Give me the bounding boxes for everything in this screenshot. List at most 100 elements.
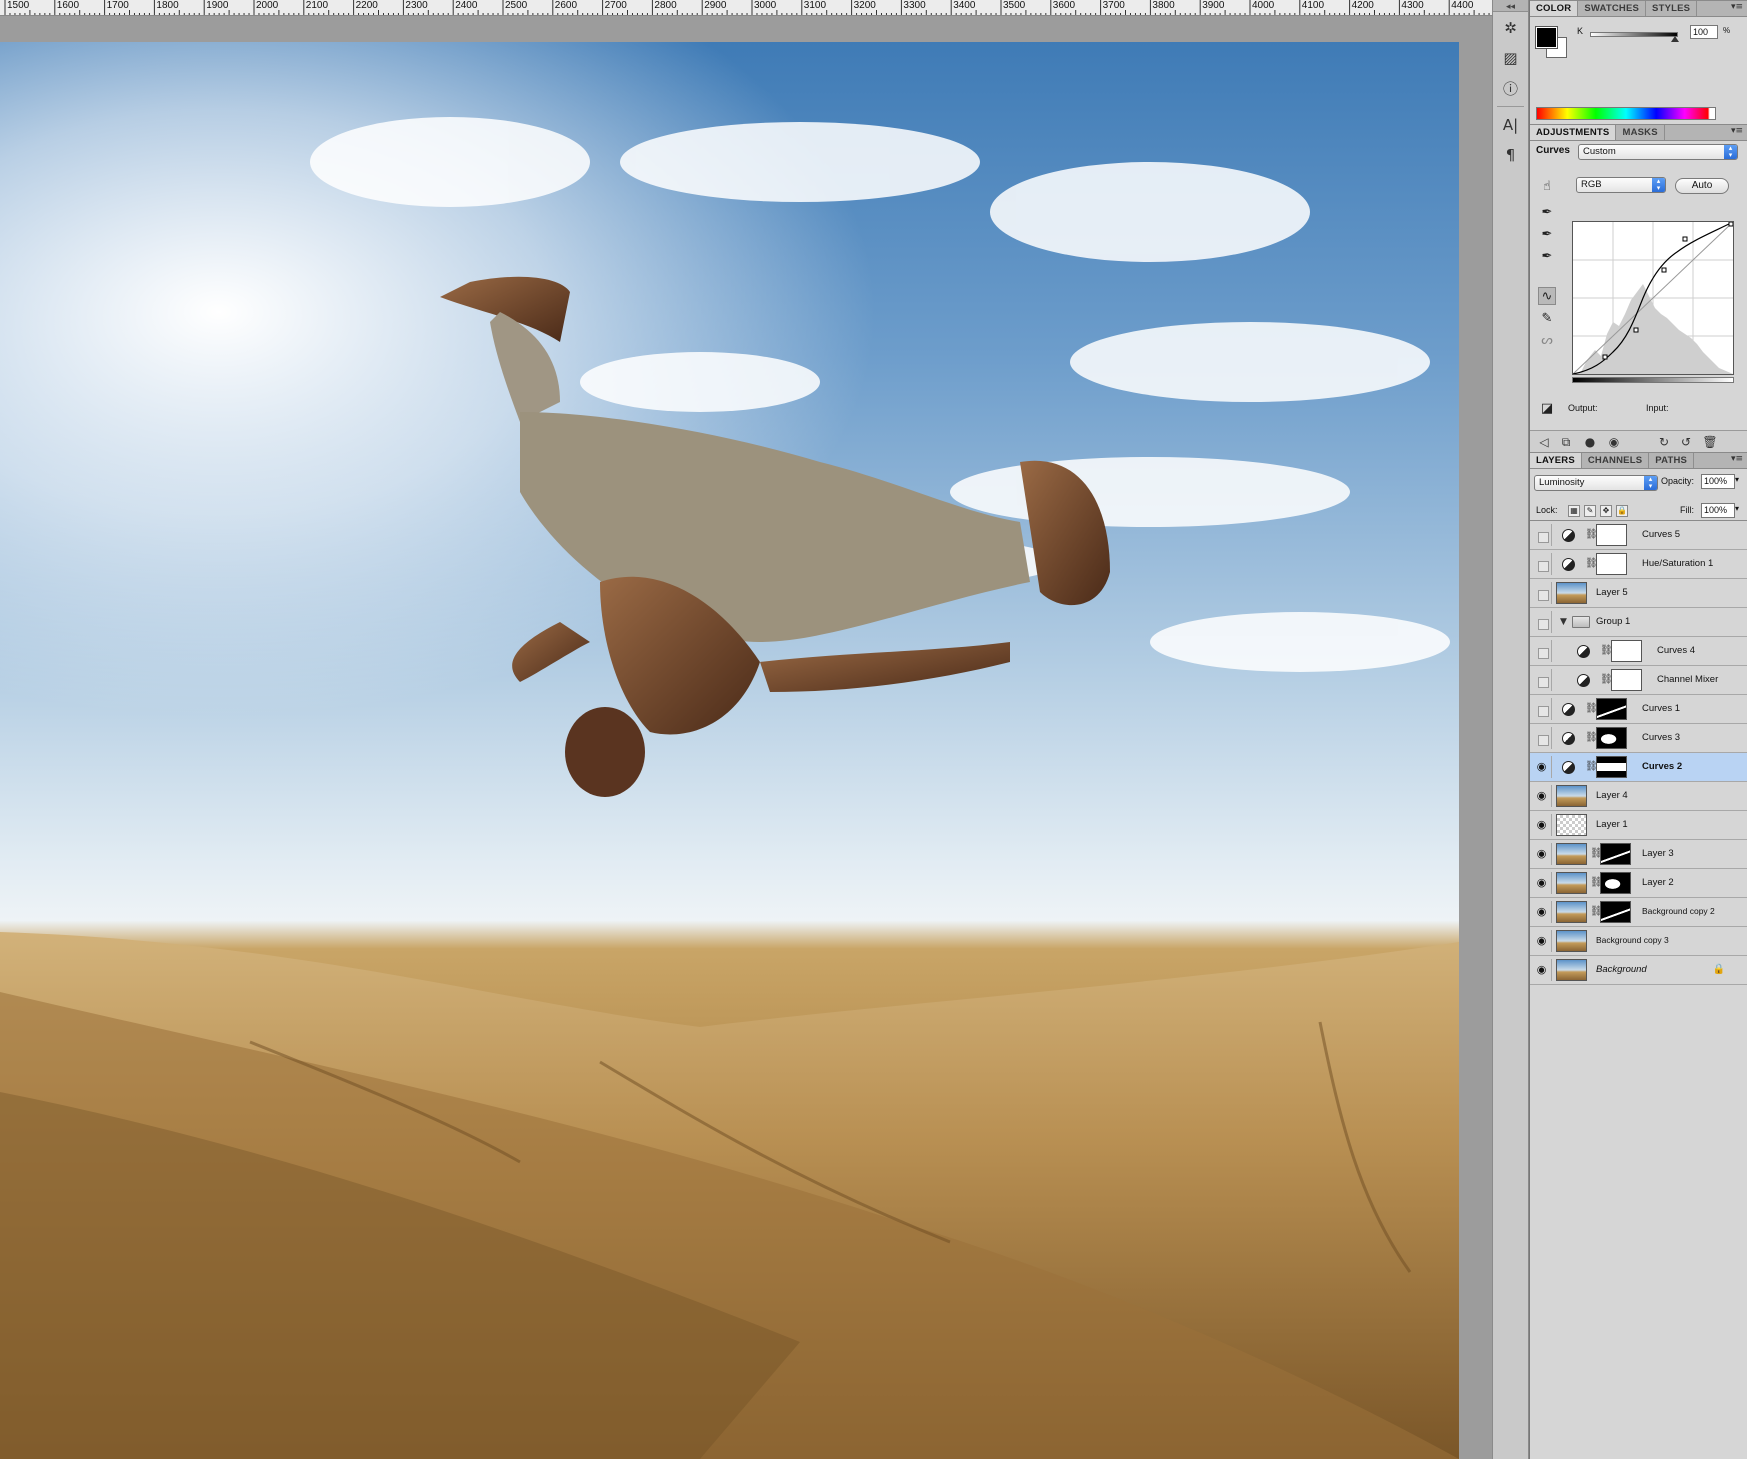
curve-point[interactable] [1602,354,1608,360]
layer-row[interactable]: ⛓ Curves 4 [1530,637,1747,666]
histogram-icon[interactable]: ▨ [1496,44,1526,72]
layer-row[interactable]: ⛓ Curves 1 [1530,695,1747,724]
visibility-eye-icon[interactable]: ◉ [1606,434,1622,450]
layer-name[interactable]: Hue/Saturation 1 [1642,558,1713,569]
layer-row[interactable]: ◉ ⛓ Background copy 2 [1530,898,1747,927]
preset-select[interactable]: Custom ▴ ▾ [1578,144,1738,160]
color-spectrum-ramp[interactable] [1536,107,1716,120]
smooth-curve-icon[interactable]: ᔕ [1538,331,1556,349]
tab-color[interactable]: COLOR [1530,1,1579,16]
layer-name[interactable]: Curves 1 [1642,703,1680,714]
tab-styles[interactable]: STYLES [1646,1,1698,16]
gray-point-eyedropper-icon[interactable]: ✒ [1538,225,1556,243]
visibility-eye-icon[interactable]: ◉ [1532,843,1552,865]
visibility-eye-icon[interactable]: ◉ [1532,756,1552,778]
lock-all-icon[interactable]: 🔒 [1616,505,1628,517]
layer-row[interactable]: ⛓ Curves 5 [1530,521,1747,550]
layer-name[interactable]: Group 1 [1596,616,1630,627]
layer-name[interactable]: Background copy 3 [1596,935,1669,945]
group-expand-triangle-icon[interactable]: ▼ [1560,617,1567,627]
curve-point[interactable] [1728,221,1734,227]
visibility-toggle[interactable] [1532,582,1552,604]
expand-view-icon[interactable]: ⧉ [1558,434,1574,450]
tab-swatches[interactable]: SWATCHES [1578,1,1647,16]
layer-thumbnail[interactable] [1556,930,1587,952]
auto-button[interactable]: Auto [1675,178,1729,194]
visibility-eye-icon[interactable]: ◉ [1532,872,1552,894]
visibility-eye-icon[interactable]: ◉ [1532,814,1552,836]
layer-row[interactable]: ◉ ⛓ Layer 2 [1530,869,1747,898]
paragraph-icon[interactable]: ¶ [1496,141,1526,169]
curve-point[interactable] [1633,327,1639,333]
layer-row[interactable]: Layer 5 [1530,579,1747,608]
adjustments-panel-menu-icon[interactable]: ▾≡ [1731,126,1743,136]
layer-mask-thumbnail[interactable] [1596,524,1627,546]
visibility-toggle[interactable] [1532,553,1552,575]
layer-name[interactable]: Layer 4 [1596,790,1628,801]
fill-dropdown-icon[interactable]: ▾ [1735,504,1739,513]
tab-paths[interactable]: PATHS [1649,453,1695,468]
layer-mask-thumbnail[interactable] [1596,756,1627,778]
layer-name[interactable]: Layer 1 [1596,819,1628,830]
tab-layers[interactable]: LAYERS [1530,453,1582,468]
layer-name[interactable]: Layer 5 [1596,587,1628,598]
document-canvas-area[interactable] [0,16,1492,1459]
layer-thumbnail[interactable] [1556,959,1587,981]
visibility-eye-icon[interactable]: ◉ [1532,901,1552,923]
visibility-toggle[interactable] [1532,611,1552,633]
info-icon[interactable]: ⓘ [1496,74,1526,102]
layer-mask-thumbnail[interactable] [1596,553,1627,575]
layer-mask-thumbnail[interactable] [1596,698,1627,720]
return-arrow-icon[interactable]: ◁ [1536,434,1552,450]
curve-point[interactable] [1682,236,1688,242]
layer-name[interactable]: Background [1596,964,1647,975]
layer-mask-thumbnail[interactable] [1600,843,1631,865]
k-slider-thumb[interactable] [1671,36,1679,42]
layer-row[interactable]: ⛓ Channel Mixer [1530,666,1747,695]
curves-graph[interactable] [1572,221,1734,375]
layer-name[interactable]: Curves 4 [1657,645,1695,656]
visibility-toggle[interactable] [1532,727,1552,749]
layer-thumbnail[interactable] [1556,582,1587,604]
pencil-draw-tool-icon[interactable]: ✎ [1538,309,1556,327]
visibility-eye-icon[interactable]: ◉ [1532,959,1552,981]
black-point-eyedropper-icon[interactable]: ✒ [1538,203,1556,221]
lock-transparent-pixels-icon[interactable]: ▦ [1568,505,1580,517]
color-panel-menu-icon[interactable]: ▾≡ [1731,2,1743,12]
layer-row[interactable]: ⛓ Hue/Saturation 1 [1530,550,1747,579]
layer-mask-thumbnail[interactable] [1611,669,1642,691]
layer-name[interactable]: Layer 3 [1642,848,1674,859]
layer-row[interactable]: ◉ Background copy 3 [1530,927,1747,956]
dock-collapse-button[interactable]: ◂◂ [1493,0,1528,12]
layer-mask-thumbnail[interactable] [1596,727,1627,749]
layer-row[interactable]: ◉ Layer 4 [1530,782,1747,811]
k-value-input[interactable]: 100 [1690,25,1718,39]
layer-thumbnail[interactable] [1556,901,1587,923]
layer-name[interactable]: Curves 5 [1642,529,1680,540]
layer-mask-thumbnail[interactable] [1611,640,1642,662]
layer-thumbnail[interactable] [1556,814,1587,836]
delete-adjustment-icon[interactable]: 🗑 [1702,434,1718,450]
layer-mask-thumbnail[interactable] [1600,901,1631,923]
visibility-toggle[interactable] [1532,640,1552,662]
layer-mask-thumbnail[interactable] [1600,872,1631,894]
k-slider-track[interactable] [1590,32,1678,37]
visibility-toggle[interactable] [1532,669,1552,691]
navigator-icon[interactable]: ✲ [1496,14,1526,42]
visibility-eye-icon[interactable]: ◉ [1532,785,1552,807]
white-point-eyedropper-icon[interactable]: ✒ [1538,247,1556,265]
reset-icon[interactable]: ↺ [1678,434,1694,450]
opacity-dropdown-icon[interactable]: ▾ [1735,475,1739,484]
layer-row[interactable]: ◉ ⛓ Curves 2 [1530,753,1747,782]
layer-name[interactable]: Curves 3 [1642,732,1680,743]
lock-image-pixels-icon[interactable]: ✎ [1584,505,1596,517]
view-previous-state-icon[interactable]: ↻ [1656,434,1672,450]
horizontal-ruler[interactable]: 1500 1600 1700 1800 1900 2000 2100 2200 2300 2400… [0,0,1492,16]
visibility-toggle[interactable] [1532,698,1552,720]
visibility-eye-icon[interactable]: ◉ [1532,930,1552,952]
clipping-toggle-icon[interactable]: ◪ [1538,399,1556,417]
layer-name[interactable]: Background copy 2 [1642,906,1715,916]
layer-name[interactable]: Channel Mixer [1657,674,1718,685]
on-image-adjust-hand-icon[interactable]: ☝ [1538,177,1556,195]
tab-channels[interactable]: CHANNELS [1582,453,1650,468]
